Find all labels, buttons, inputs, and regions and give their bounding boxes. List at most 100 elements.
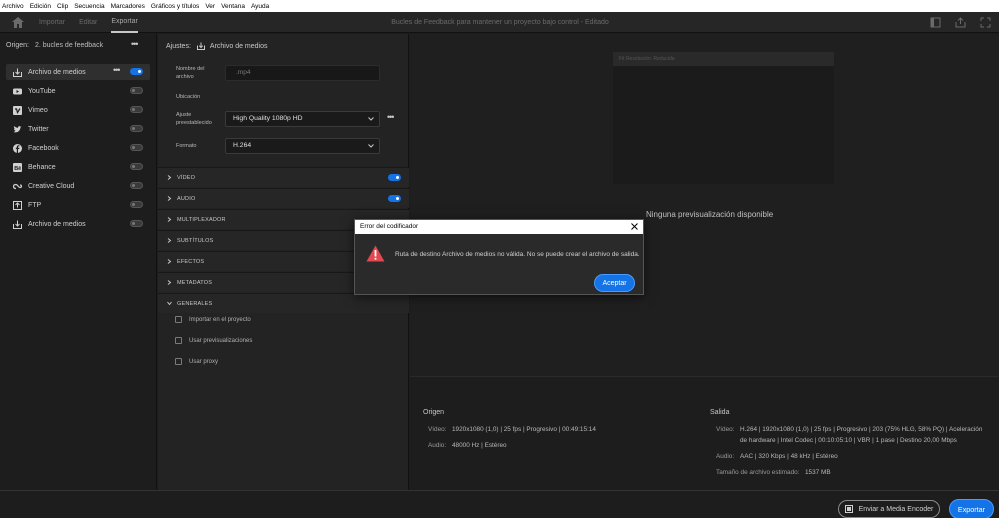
origin-video-label: Vídeo: [428, 426, 447, 433]
destination-media-file-2[interactable]: Archivo de medios [6, 216, 150, 232]
export-button[interactable]: Exportar [949, 499, 994, 518]
quick-export-icon[interactable] [930, 17, 941, 28]
window-title: Bucles de Feedback para mantener un proy… [391, 19, 609, 26]
destination-vimeo[interactable]: Vimeo [6, 102, 150, 118]
destination-label: Facebook [28, 144, 59, 152]
filename-label: Nombre del archivo [176, 65, 204, 81]
destination-more-icon[interactable]: ••• [113, 65, 121, 75]
filesize-label: Tamaño de archivo estimado: [716, 469, 800, 476]
menu-graficos[interactable]: Gráficos y títulos [151, 3, 199, 10]
media-encoder-icon [844, 505, 853, 513]
import-into-project-checkbox[interactable]: Importar en el proyecto [175, 316, 251, 323]
chevron-right-icon [167, 175, 172, 180]
menu-ventana[interactable]: Ventana [221, 3, 245, 10]
destination-media-file[interactable]: Archivo de medios ••• [6, 64, 150, 80]
behance-icon: Bē [13, 162, 22, 172]
tab-edit[interactable]: Editar [79, 12, 97, 33]
destination-youtube[interactable]: YouTube [6, 83, 150, 99]
destination-creative-cloud[interactable]: Creative Cloud [6, 178, 150, 194]
facebook-icon [13, 143, 22, 153]
home-icon[interactable] [12, 17, 24, 28]
close-icon[interactable] [630, 222, 639, 231]
chevron-right-icon [167, 196, 172, 201]
use-previews-checkbox[interactable]: Usar previsualizaciones [175, 337, 252, 344]
section-title: EFECTOS [177, 258, 205, 265]
section-general[interactable]: GENERALES [158, 293, 409, 313]
dialog-title: Error del codificador [355, 220, 643, 234]
menu-bar: Archivo Edición Clip Secuencia Marcadore… [0, 0, 999, 12]
checkbox-label: Importar en el proyecto [189, 316, 251, 323]
destination-behance[interactable]: Bē Behance [6, 159, 150, 175]
destination-toggle[interactable] [130, 182, 143, 189]
preset-select[interactable]: High Quality 1080p HD [225, 111, 380, 127]
format-select[interactable]: H.264 [225, 138, 380, 154]
origin-more-icon[interactable]: ••• [131, 39, 139, 49]
preview-toolbar-text: Fit Resolución: Reducida [619, 56, 675, 62]
settings-header: Ajustes: Archivo de medios [166, 42, 268, 50]
section-audio[interactable]: AUDIO [158, 188, 409, 208]
section-title: VÍDEO [177, 174, 196, 181]
workspace-bar: Importar Editar Exportar Bucles de Feedb… [0, 12, 999, 33]
output-video-info: H.264 | 1920x1080 (1,0) | 25 fps | Progr… [740, 426, 983, 433]
twitter-icon [13, 125, 22, 132]
menu-ayuda[interactable]: Ayuda [251, 3, 269, 10]
destination-ftp[interactable]: FTP [6, 197, 150, 213]
preset-label-line: Ajuste [176, 112, 192, 118]
location-label: Ubicación [176, 94, 201, 100]
filename-input[interactable]: .mp4 [225, 65, 380, 81]
menu-clip[interactable]: Clip [57, 3, 68, 10]
video-toggle[interactable] [388, 174, 401, 181]
output-audio-info: AAC | 320 Kbps | 48 kHz | Estéreo [740, 453, 838, 460]
destination-toggle[interactable] [130, 68, 143, 75]
section-title: METADATOS [177, 279, 213, 286]
section-video[interactable]: VÍDEO [158, 167, 409, 187]
filename-label-line: Nombre del [176, 66, 205, 72]
checkbox-box[interactable] [175, 358, 182, 365]
fullscreen-icon[interactable] [980, 17, 991, 28]
chevron-down-icon [368, 144, 374, 148]
send-to-media-encoder-button[interactable]: Enviar a Media Encoder [838, 500, 940, 518]
checkbox-box[interactable] [175, 316, 182, 323]
menu-edicion[interactable]: Edición [30, 3, 51, 10]
destination-toggle[interactable] [130, 201, 143, 208]
export-icon [13, 220, 22, 229]
destination-label: Creative Cloud [28, 182, 75, 190]
destination-toggle[interactable] [130, 106, 143, 113]
use-proxy-checkbox[interactable]: Usar proxy [175, 358, 218, 365]
tab-import[interactable]: Importar [39, 12, 65, 33]
settings-value: Archivo de medios [209, 42, 268, 50]
destination-label: Archivo de medios [28, 68, 86, 76]
section-title: GENERALES [177, 300, 213, 307]
menu-secuencia[interactable]: Secuencia [74, 3, 104, 10]
encoder-error-dialog: Error del codificador Ruta de destino Ar… [354, 219, 644, 295]
destination-toggle[interactable] [130, 144, 143, 151]
menu-archivo[interactable]: Archivo [2, 3, 24, 10]
menu-marcadores[interactable]: Marcadores [111, 3, 145, 10]
section-title: SUBTÍTULOS [177, 237, 214, 244]
origin-heading: Origen [423, 409, 445, 416]
output-heading: Salida [710, 409, 730, 416]
destination-facebook[interactable]: Facebook [6, 140, 150, 156]
destination-label: Vimeo [28, 106, 48, 114]
checkbox-box[interactable] [175, 337, 182, 344]
summary-panel: Origen Vídeo: 1920x1080 (1,0) | 25 fps |… [410, 376, 999, 490]
preset-more-icon[interactable]: ••• [387, 112, 395, 122]
destination-toggle[interactable] [130, 163, 143, 170]
accept-button[interactable]: Aceptar [594, 274, 635, 292]
preview-frame [613, 66, 834, 184]
origin-value[interactable]: 2. bucles de feedback [35, 42, 103, 49]
audio-toggle[interactable] [388, 195, 401, 202]
format-value: H.264 [233, 142, 252, 149]
checkbox-label: Usar previsualizaciones [189, 337, 253, 344]
destination-twitter[interactable]: Twitter [6, 121, 150, 137]
destination-toggle[interactable] [130, 125, 143, 132]
destination-toggle[interactable] [130, 220, 143, 227]
preview-toolbar: Fit Resolución: Reducida [613, 52, 834, 66]
destination-toggle[interactable] [130, 87, 143, 94]
destination-label: FTP [28, 201, 42, 209]
menu-ver[interactable]: Ver [205, 3, 215, 10]
filename-label-line: archivo [176, 74, 194, 80]
origin-audio-label: Audio: [428, 442, 447, 449]
tab-export[interactable]: Exportar [111, 12, 138, 33]
share-icon[interactable] [955, 17, 966, 28]
